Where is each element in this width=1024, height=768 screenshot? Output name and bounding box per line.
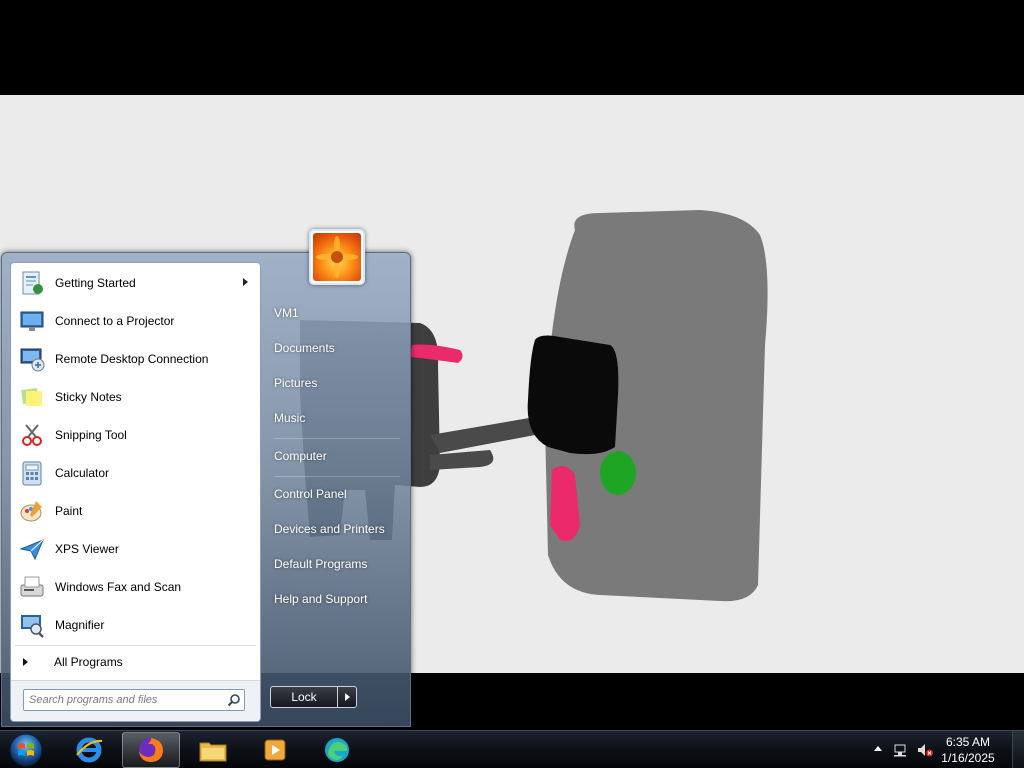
program-getting-started[interactable]: Getting Started: [13, 265, 258, 301]
file-explorer-icon: [199, 742, 227, 762]
shutdown-options-button[interactable]: [337, 686, 357, 708]
separator: [274, 476, 400, 477]
magnifier-icon: [15, 608, 49, 642]
pictures-link[interactable]: Pictures: [274, 371, 404, 395]
music-link[interactable]: Music: [274, 406, 404, 430]
flower-icon: [313, 233, 361, 281]
sticky-notes-icon: [15, 380, 49, 414]
fax-scan-icon: [15, 570, 49, 604]
system-tray: 6:35 AM 1/16/2025: [864, 731, 1024, 768]
taskbar-file-explorer[interactable]: [184, 732, 242, 768]
clock-time: 6:35 AM: [945, 735, 991, 749]
black-blob-shape: [527, 335, 619, 455]
program-magnifier[interactable]: Magnifier: [13, 607, 258, 643]
taskbar-media-player[interactable]: [246, 732, 304, 768]
show-hidden-icons-icon[interactable]: [874, 746, 882, 751]
program-label: Remote Desktop Connection: [55, 352, 209, 366]
all-programs-label: All Programs: [54, 655, 123, 669]
submenu-arrow-icon[interactable]: [243, 278, 248, 286]
taskbar: 6:35 AM 1/16/2025: [0, 730, 1024, 768]
separator: [15, 645, 256, 646]
search-icon[interactable]: [224, 691, 244, 709]
separator: [274, 438, 400, 439]
taskbar-internet-explorer[interactable]: [60, 732, 118, 768]
computer-link[interactable]: Computer: [274, 444, 404, 468]
user-name-link[interactable]: VM1: [274, 301, 404, 325]
default-programs-link[interactable]: Default Programs: [274, 552, 404, 576]
search-input[interactable]: [24, 691, 224, 709]
programs-pane: Getting Started Connect to a Projector R…: [10, 262, 261, 722]
taskbar-edge[interactable]: [308, 732, 366, 768]
media-player-icon: [264, 739, 286, 761]
search-area: [11, 680, 260, 721]
remote-desktop-icon: [15, 342, 49, 376]
program-connect-projector[interactable]: Connect to a Projector: [13, 303, 258, 339]
program-label: Magnifier: [55, 618, 105, 632]
program-calculator[interactable]: Calculator: [13, 455, 258, 491]
paint-icon: [15, 494, 49, 528]
edge-icon: [325, 738, 349, 762]
calculator-icon: [15, 456, 49, 490]
program-label: Getting Started: [55, 276, 136, 290]
arm-shape: [430, 417, 535, 470]
getting-started-icon: [15, 266, 49, 300]
devices-printers-link[interactable]: Devices and Printers: [274, 517, 404, 541]
network-icon[interactable]: [892, 742, 908, 758]
projector-icon: [15, 304, 49, 338]
program-label: Sticky Notes: [55, 390, 122, 404]
clock[interactable]: 6:35 AM 1/16/2025: [936, 734, 1000, 766]
taskbar-firefox[interactable]: [122, 732, 180, 768]
help-support-link[interactable]: Help and Support: [274, 587, 404, 611]
control-panel-link[interactable]: Control Panel: [274, 482, 404, 506]
xps-viewer-icon: [15, 532, 49, 566]
chevron-right-icon: [344, 693, 350, 701]
program-fax-scan[interactable]: Windows Fax and Scan: [13, 569, 258, 605]
program-snipping-tool[interactable]: Snipping Tool: [13, 417, 258, 453]
program-label: Connect to a Projector: [55, 314, 175, 328]
firefox-icon: [139, 738, 163, 762]
start-menu: Getting Started Connect to a Projector R…: [1, 229, 411, 728]
show-desktop-button[interactable]: [1012, 731, 1024, 768]
program-label: XPS Viewer: [55, 542, 119, 556]
program-label: Calculator: [55, 466, 110, 480]
program-xps-viewer[interactable]: XPS Viewer: [13, 531, 258, 567]
clock-date: 1/16/2025: [941, 751, 995, 765]
green-dot-shape: [600, 451, 636, 495]
documents-link[interactable]: Documents: [274, 336, 404, 360]
start-button[interactable]: [6, 732, 46, 768]
program-label: Windows Fax and Scan: [55, 580, 182, 594]
program-paint[interactable]: Paint: [13, 493, 258, 529]
places-pane: VM1 Documents Pictures Music Computer Co…: [264, 229, 410, 728]
program-label: Paint: [55, 504, 83, 518]
internet-explorer-icon: [76, 737, 103, 763]
all-programs-button[interactable]: All Programs: [13, 651, 258, 673]
search-box[interactable]: [23, 689, 245, 711]
program-remote-desktop[interactable]: Remote Desktop Connection: [13, 341, 258, 377]
volume-muted-icon[interactable]: [916, 742, 934, 758]
user-avatar[interactable]: [309, 229, 365, 285]
expand-arrow-icon: [23, 658, 28, 666]
snipping-tool-icon: [15, 418, 49, 452]
windows-logo-icon: [9, 733, 43, 767]
program-label: Snipping Tool: [55, 428, 127, 442]
program-sticky-notes[interactable]: Sticky Notes: [13, 379, 258, 415]
lock-button[interactable]: Lock: [270, 686, 338, 708]
